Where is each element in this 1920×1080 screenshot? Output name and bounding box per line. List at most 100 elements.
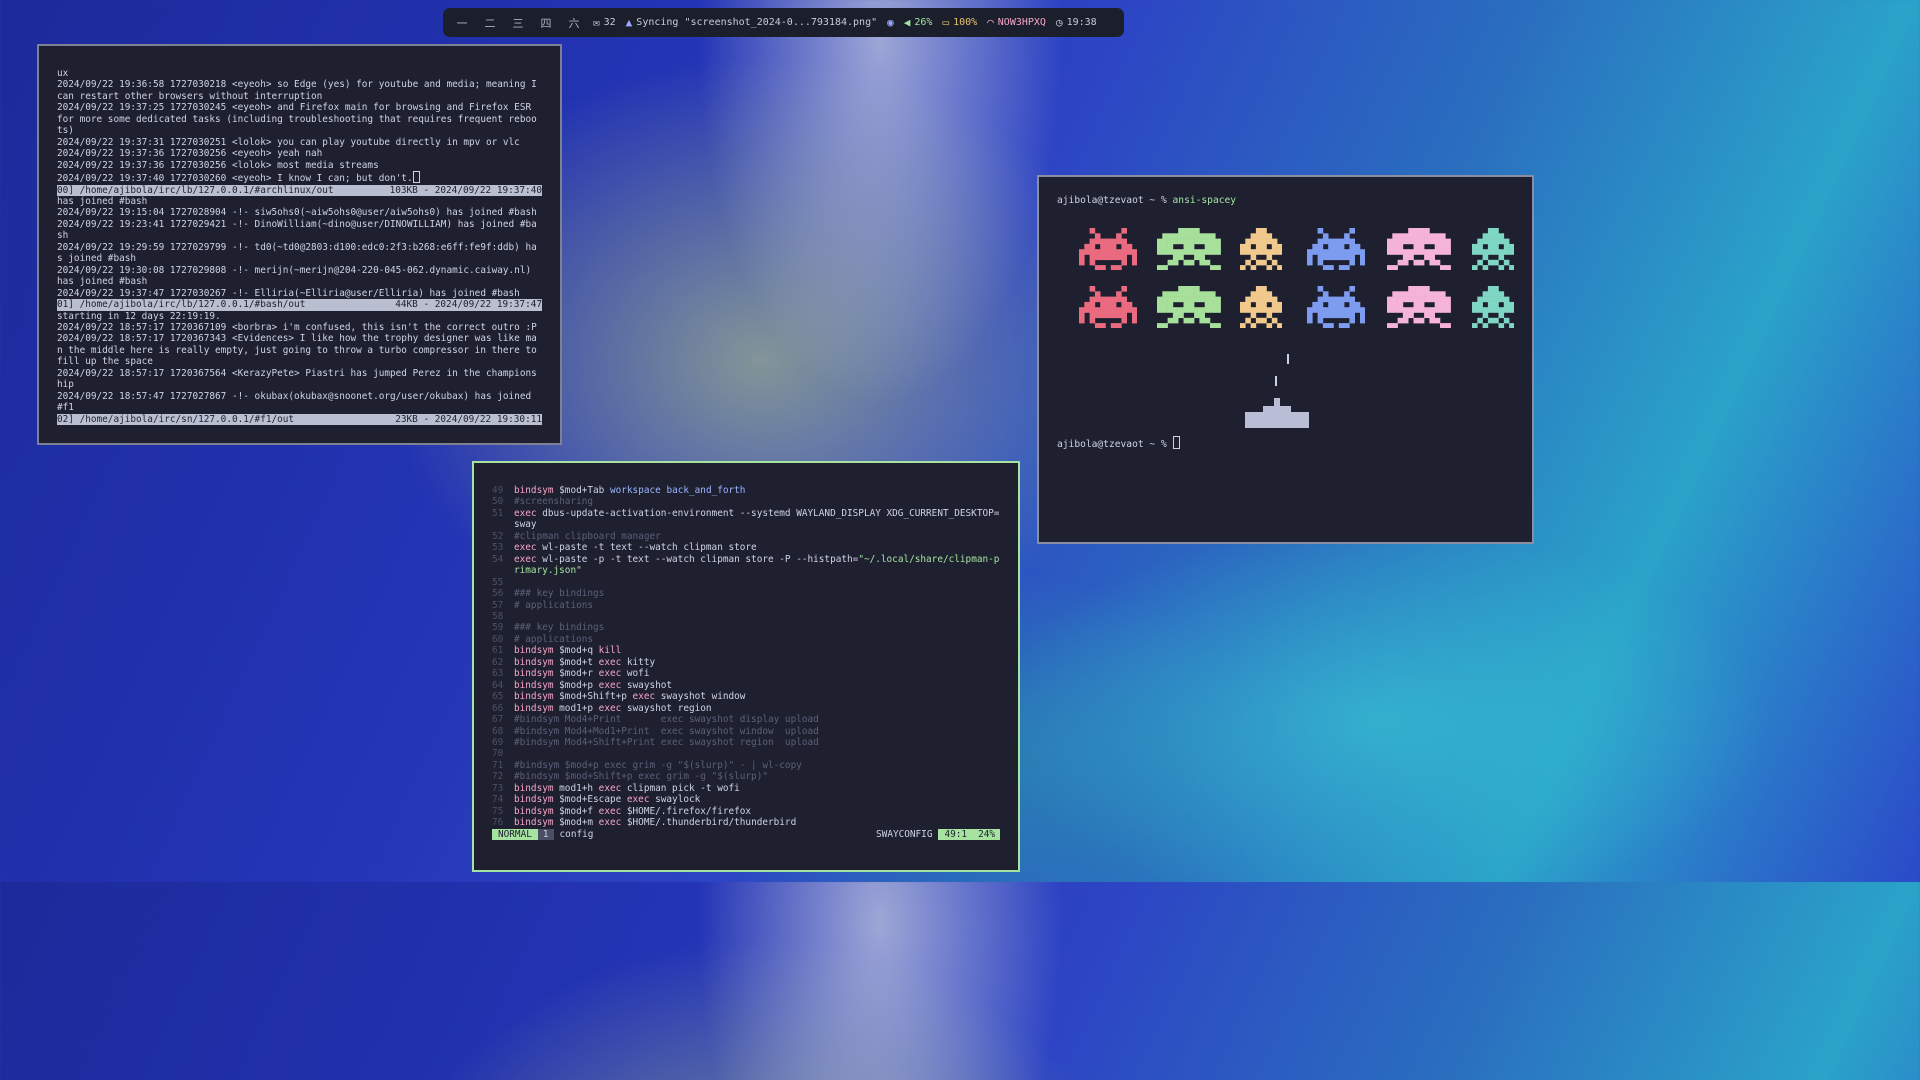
line-number: 52 bbox=[492, 530, 504, 542]
line-number: 59 bbox=[492, 622, 504, 634]
syntax-token: #screensharing bbox=[514, 496, 594, 508]
syntax-token: swayshot region bbox=[621, 702, 712, 714]
workspace-4[interactable]: 四 bbox=[537, 15, 555, 31]
sync-indicator[interactable]: ▲ Syncing "screenshot_2024-0...793184.pn… bbox=[626, 16, 877, 29]
vim-line[interactable]: 76 bindsym $mod+m exec $HOME/.thunderbird… bbox=[492, 817, 1000, 828]
workspace-2[interactable]: 二 bbox=[481, 15, 499, 31]
workspace-3[interactable]: 三 bbox=[509, 15, 527, 31]
vim-line[interactable]: 73 bindsym mod1+h exec clipman pick -t wo… bbox=[492, 783, 1000, 794]
line-text: bindsym mod1+h exec clipman pick -t wofi bbox=[514, 783, 1000, 794]
workspace-6[interactable]: 六 bbox=[565, 15, 583, 31]
syntax-token: workspace bbox=[609, 485, 661, 496]
line-text: bindsym $mod+Shift+p exec swayshot windo… bbox=[514, 691, 1000, 702]
line-text: exec wl-paste -t text --watch clipman st… bbox=[514, 542, 1000, 553]
vim-buffer[interactable]: 49 bindsym $mod+Tab workspace back_and_fo… bbox=[492, 485, 1000, 829]
vim-line[interactable]: 74 bindsym $mod+Escape exec swaylock bbox=[492, 794, 1000, 805]
vim-line[interactable]: 50 #screensharing bbox=[492, 496, 1000, 507]
wifi-indicator[interactable]: ◠ NOW3HPXQ bbox=[987, 16, 1046, 29]
line-number: 74 bbox=[492, 794, 504, 806]
vim-line[interactable]: 70 bbox=[492, 748, 1000, 759]
vim-line[interactable]: 60 # applications bbox=[492, 634, 1000, 645]
vim-line[interactable]: 64 bindsym $mod+p exec swayshot bbox=[492, 680, 1000, 691]
irc-cursor bbox=[412, 171, 420, 184]
line-number: 76 bbox=[492, 817, 504, 829]
syntax-token: bindsym bbox=[514, 817, 554, 829]
laser-shot bbox=[1275, 376, 1277, 386]
line-number: 71 bbox=[492, 759, 504, 771]
irc-message-text: 2024/09/22 18:57:17 1720367564 <KerazyPe… bbox=[57, 367, 537, 391]
vim-line[interactable]: 52 #clipman clipboard manager bbox=[492, 531, 1000, 542]
channel-size-time: 44KB - 2024/09/22 19:37:47 bbox=[395, 299, 542, 311]
syntax-token: exec bbox=[632, 691, 656, 703]
vim-line[interactable]: 59 ### key bindings bbox=[492, 622, 1000, 633]
vim-line[interactable]: 61 bindsym $mod+q kill bbox=[492, 645, 1000, 656]
line-text bbox=[514, 611, 1000, 622]
vim-line[interactable]: 72 #bindsym $mod+Shift+p exec grim -g "$(… bbox=[492, 771, 1000, 782]
vim-editor-window[interactable]: 49 bindsym $mod+Tab workspace back_and_fo… bbox=[472, 461, 1020, 872]
line-text bbox=[514, 748, 1000, 759]
vim-line[interactable]: 62 bindsym $mod+t exec kitty bbox=[492, 657, 1000, 668]
volume-indicator[interactable]: ◀ 26% bbox=[904, 16, 933, 29]
irc-message-line: starting in 12 days 22:19:19. bbox=[57, 311, 542, 322]
syntax-token: swayshot window bbox=[655, 691, 746, 703]
irc-terminal-window[interactable]: ux 2024/09/22 19:36:58 1727030218 <eyeoh>… bbox=[37, 44, 562, 445]
vim-line[interactable]: 75 bindsym $mod+f exec $HOME/.firefox/fir… bbox=[492, 806, 1000, 817]
line-text: bindsym $mod+q kill bbox=[514, 645, 1000, 656]
invader-sprite bbox=[1387, 286, 1451, 329]
vim-line[interactable]: 69 #bindsym Mod4+Shift+Print exec swaysho… bbox=[492, 737, 1000, 748]
volume-value: 26% bbox=[914, 17, 933, 28]
vim-filename: config bbox=[559, 828, 594, 840]
irc-message-text: 2024/09/22 19:23:41 1727029421 -!- DinoW… bbox=[57, 218, 537, 242]
vim-line[interactable]: 51 exec dbus-update-activation-environmen… bbox=[492, 508, 1000, 531]
syntax-token: bindsym bbox=[514, 805, 554, 817]
line-text: #bindsym Mod4+Mod1+Print exec swayshot w… bbox=[514, 726, 1000, 737]
syntax-token: # applications bbox=[514, 633, 594, 645]
privacy-indicator[interactable]: ◉ bbox=[887, 16, 894, 29]
vim-line[interactable]: 49 bindsym $mod+Tab workspace back_and_fo… bbox=[492, 485, 1000, 496]
syntax-token: bindsym bbox=[514, 668, 554, 680]
invader-sprite bbox=[1387, 228, 1451, 271]
syntax-token: $mod+p bbox=[553, 679, 599, 691]
syntax-token: ### key bindings bbox=[514, 588, 605, 600]
line-number: 62 bbox=[492, 656, 504, 668]
vim-line[interactable]: 67 #bindsym Mod4+Print exec swayshot disp… bbox=[492, 714, 1000, 725]
irc-message-line: 2024/09/22 19:37:25 1727030245 <eyeoh> a… bbox=[57, 102, 542, 136]
prompt-line-2[interactable]: ajibola@tzevaot ~ % bbox=[1057, 436, 1514, 450]
syntax-token: bindsym bbox=[514, 702, 554, 714]
line-number: 69 bbox=[492, 736, 504, 748]
vim-line[interactable]: 55 bbox=[492, 577, 1000, 588]
irc-channel-statusline: 01] /home/ajibola/irc/lb/127.0.0.1/#bash… bbox=[57, 299, 542, 311]
vim-line[interactable]: 57 # applications bbox=[492, 600, 1000, 611]
line-text: bindsym $mod+m exec $HOME/.thunderbird/t… bbox=[514, 817, 1000, 828]
irc-message-text: 2024/09/22 19:37:25 1727030245 <eyeoh> a… bbox=[57, 102, 537, 137]
vim-line[interactable]: 71 #bindsym $mod+p exec grim -g "$(slurp)… bbox=[492, 760, 1000, 771]
battery-indicator[interactable]: ▭ 100% bbox=[942, 16, 977, 29]
vim-line[interactable]: 63 bindsym $mod+r exec wofi bbox=[492, 668, 1000, 679]
vim-line[interactable]: 54 exec wl-paste -p -t text --watch clipm… bbox=[492, 554, 1000, 577]
workspace-1[interactable]: 一 bbox=[453, 15, 471, 31]
irc-message-text: 2024/09/22 18:57:47 1727027867 -!- okuba… bbox=[57, 390, 537, 414]
syntax-token: wl-paste -t text --watch clipman store bbox=[536, 542, 757, 554]
mail-indicator[interactable]: ✉ 32 bbox=[593, 16, 616, 29]
vim-line[interactable]: 68 #bindsym Mod4+Mod1+Print exec swayshot… bbox=[492, 726, 1000, 737]
irc-message-line: 2024/09/22 19:29:59 1727029799 -!- td0(~… bbox=[57, 242, 542, 265]
irc-message-line: 2024/09/22 19:30:08 1727029808 -!- merij… bbox=[57, 265, 542, 288]
vim-line[interactable]: 56 ### key bindings bbox=[492, 588, 1000, 599]
line-text: bindsym $mod+Tab workspace back_and_fort… bbox=[514, 485, 1000, 496]
vim-line[interactable]: 58 bbox=[492, 611, 1000, 622]
syntax-token: $HOME/.thunderbird/thunderbird bbox=[621, 817, 797, 829]
vim-line[interactable]: 53 exec wl-paste -t text --watch clipman … bbox=[492, 542, 1000, 553]
syntax-token: #bindsym Mod4+Mod1+Print exec swayshot w… bbox=[514, 725, 819, 737]
irc-message-text: 2024/09/22 18:57:17 1720367109 <borbra> … bbox=[57, 321, 537, 333]
syntax-token: ### key bindings bbox=[514, 622, 605, 634]
line-number: 61 bbox=[492, 645, 504, 657]
vim-line[interactable]: 66 bindsym mod1+p exec swayshot region bbox=[492, 703, 1000, 714]
line-text: ### key bindings bbox=[514, 588, 1000, 599]
clock-indicator[interactable]: ◷ 19:38 bbox=[1056, 16, 1097, 29]
irc-message-line: 2024/09/22 19:37:36 1727030256 <eyeoh> y… bbox=[57, 148, 542, 159]
clock-time: 19:38 bbox=[1066, 17, 1097, 28]
vim-line[interactable]: 65 bindsym $mod+Shift+p exec swayshot win… bbox=[492, 691, 1000, 702]
irc-message-text: ux bbox=[57, 68, 69, 79]
irc-message-text: 2024/09/22 19:37:36 1727030256 <eyeoh> y… bbox=[57, 148, 323, 160]
ansi-spacey-terminal-window[interactable]: ajibola@tzevaot ~ % ansi-spacey ajibola@… bbox=[1037, 175, 1534, 544]
